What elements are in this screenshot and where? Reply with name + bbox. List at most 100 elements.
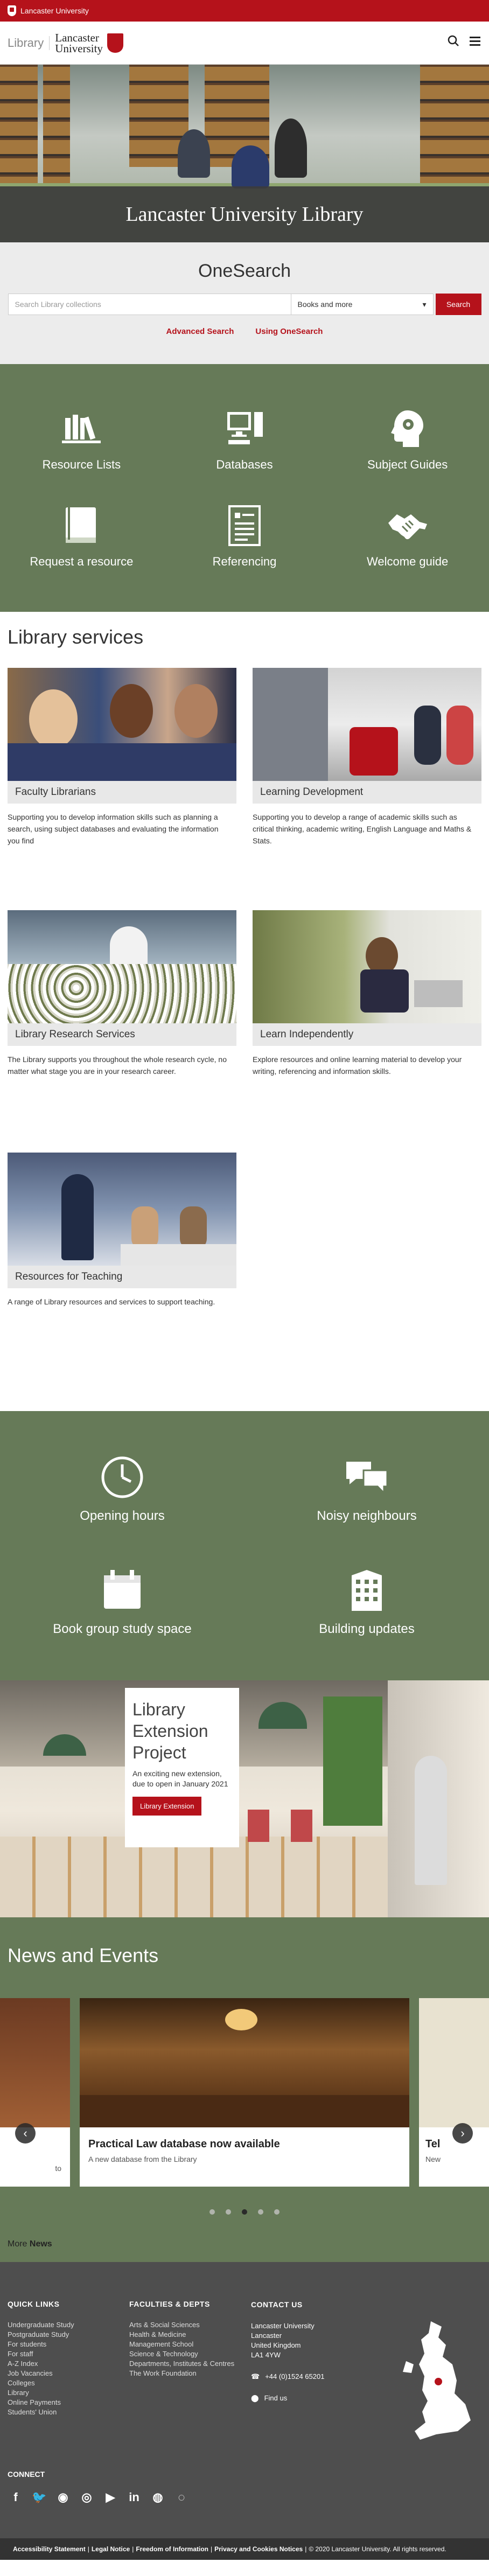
carousel-dot[interactable]: [274, 2209, 280, 2215]
library-label[interactable]: Library: [8, 36, 50, 50]
legal-link[interactable]: Accessibility Statement: [13, 2545, 86, 2553]
footer-link[interactable]: Colleges: [8, 2378, 129, 2388]
handshake-icon: [386, 504, 429, 547]
weibo-icon[interactable]: ◉: [55, 2489, 71, 2505]
search-button[interactable]: Search: [435, 294, 481, 315]
footer-link[interactable]: Online Payments: [8, 2398, 129, 2407]
wechat-icon[interactable]: ◍: [150, 2489, 166, 2505]
news-carousel: to Practical Law database now available …: [0, 1998, 489, 2187]
extension-card: Library Extension Project An exciting ne…: [125, 1688, 239, 1847]
carousel-next-button[interactable]: ›: [452, 2123, 473, 2144]
hero-banner: Lancaster University Library: [0, 65, 489, 242]
tile-building-updates[interactable]: Building updates: [244, 1546, 489, 1659]
search-icon[interactable]: [447, 34, 460, 51]
location-pin-icon: ⬤: [251, 2394, 259, 2402]
tile-label: Subject Guides: [367, 458, 448, 471]
advanced-search-link[interactable]: Advanced Search: [166, 327, 234, 336]
news-card-fragment-title: Tel: [425, 2138, 441, 2150]
carousel-dot[interactable]: [258, 2209, 263, 2215]
logo-line-2: University: [55, 41, 103, 55]
using-onesearch-link[interactable]: Using OneSearch: [255, 327, 323, 336]
legal-link[interactable]: Freedom of Information: [136, 2545, 208, 2553]
top-bar-label[interactable]: Lancaster University: [20, 6, 89, 15]
footer-link[interactable]: Postgraduate Study: [8, 2330, 129, 2340]
twitter-icon[interactable]: 🐦: [31, 2489, 47, 2505]
tile-noisy-neighbours[interactable]: Noisy neighbours: [244, 1433, 489, 1546]
news-card-featured[interactable]: Practical Law database now available A n…: [80, 1998, 409, 2187]
tile-request-resource[interactable]: Request a resource: [0, 488, 163, 585]
linkedin-icon[interactable]: in: [126, 2489, 142, 2505]
footer-link[interactable]: Job Vacancies: [8, 2369, 129, 2378]
service-card-learning-development[interactable]: Learning Development Supporting you to d…: [253, 668, 481, 910]
faculties-column: FACULTIES & DEPTS Arts & Social Sciences…: [129, 2300, 251, 2417]
library-services-section: Library services Faculty Librarians Supp…: [0, 612, 489, 1411]
search-input[interactable]: Search Library collections: [8, 294, 291, 315]
facebook-icon[interactable]: f: [8, 2489, 24, 2505]
footer-link[interactable]: Departments, Institutes & Centres: [129, 2359, 251, 2369]
footer-link[interactable]: Management School: [129, 2340, 251, 2349]
footer-link[interactable]: Undergraduate Study: [8, 2320, 129, 2330]
phone-link[interactable]: ☎ +44 (0)1524 65201: [251, 2372, 373, 2382]
card-text: Supporting you to develop a range of aca…: [253, 813, 472, 845]
youtube-icon[interactable]: ▶: [102, 2489, 118, 2505]
tile-databases[interactable]: Databases: [163, 391, 326, 488]
top-bar: Lancaster University: [0, 0, 489, 22]
address: Lancaster University Lancaster United Ki…: [251, 2321, 373, 2360]
carousel-prev-button[interactable]: ‹: [15, 2123, 36, 2144]
news-events-section: News and Events to Practical Law databas…: [0, 1917, 489, 2262]
extension-text: An exciting new extension, due to open i…: [132, 1769, 228, 1788]
university-logo[interactable]: Lancaster University: [55, 32, 103, 54]
footer-link[interactable]: For staff: [8, 2349, 129, 2359]
extension-title: Library Extension Project: [132, 1700, 208, 1762]
address-line: Lancaster: [251, 2331, 282, 2340]
carousel-dot[interactable]: [226, 2209, 231, 2215]
footer-link[interactable]: For students: [8, 2340, 129, 2349]
site-header: Library Lancaster University: [0, 22, 489, 65]
tile-resource-lists[interactable]: Resource Lists: [0, 391, 163, 488]
clock-icon: [100, 1455, 145, 1500]
phone-number: +44 (0)1524 65201: [265, 2372, 325, 2380]
practical-law-image: [80, 1998, 409, 2127]
contact-column: CONTACT US Lancaster University Lancaste…: [251, 2300, 373, 2417]
collection-select[interactable]: Books and more ▾: [291, 294, 434, 315]
connect-title: CONNECT: [8, 2470, 45, 2479]
section-title: Library services: [8, 626, 144, 648]
tile-label: Request a resource: [30, 555, 134, 568]
service-card-faculty-librarians[interactable]: Faculty Librarians Supporting you to dev…: [8, 668, 236, 910]
more-news-link[interactable]: More News: [8, 2239, 52, 2249]
tile-referencing[interactable]: Referencing: [163, 488, 326, 585]
service-card-resources-for-teaching[interactable]: Resources for Teaching A range of Librar…: [8, 1153, 236, 1395]
tile-welcome-guide[interactable]: Welcome guide: [326, 488, 489, 585]
service-card-research-services[interactable]: Library Research Services The Library su…: [8, 910, 236, 1153]
find-us-link[interactable]: ⬤ Find us: [251, 2393, 373, 2403]
tile-opening-hours[interactable]: Opening hours: [0, 1433, 244, 1546]
footer-link[interactable]: The Work Foundation: [129, 2369, 251, 2378]
menu-icon[interactable]: [469, 34, 481, 51]
quick-links-tiles: Resource Lists Databases Subject Guides …: [0, 364, 489, 612]
card-caption: Resources for Teaching: [8, 1266, 236, 1288]
more-news-prefix: More: [8, 2239, 27, 2249]
footer-link[interactable]: Arts & Social Sciences: [129, 2320, 251, 2330]
tile-label: Building updates: [319, 1622, 415, 1636]
footer-link[interactable]: Library: [8, 2388, 129, 2398]
instagram-icon[interactable]: ◎: [79, 2489, 95, 2505]
service-card-learn-independently[interactable]: Learn Independently Explore resources an…: [253, 910, 481, 1153]
library-extension-button[interactable]: Library Extension: [132, 1797, 202, 1816]
footer-link[interactable]: Science & Technology: [129, 2349, 251, 2359]
tile-group-study-space[interactable]: Book group study space: [0, 1546, 244, 1659]
faculty-librarians-image: [8, 668, 236, 781]
tile-label: Referencing: [212, 555, 277, 568]
carousel-dot[interactable]: [209, 2209, 215, 2215]
tile-subject-guides[interactable]: Subject Guides: [326, 391, 489, 488]
footer-link[interactable]: Health & Medicine: [129, 2330, 251, 2340]
legal-bar: Accessibility Statement | Legal Notice | F…: [0, 2538, 489, 2560]
legal-link[interactable]: Legal Notice: [92, 2545, 130, 2553]
news-card-previous[interactable]: to: [0, 1998, 70, 2187]
footer-link[interactable]: A-Z Index: [8, 2359, 129, 2369]
footer-link[interactable]: Students' Union: [8, 2407, 129, 2417]
phone-icon: ☎: [251, 2372, 260, 2380]
news-card-next[interactable]: Tel New: [419, 1998, 489, 2187]
legal-link[interactable]: Privacy and Cookies Notices: [214, 2545, 303, 2553]
carousel-dot-active[interactable]: [242, 2209, 247, 2215]
chat-icon[interactable]: ◌: [173, 2489, 190, 2505]
